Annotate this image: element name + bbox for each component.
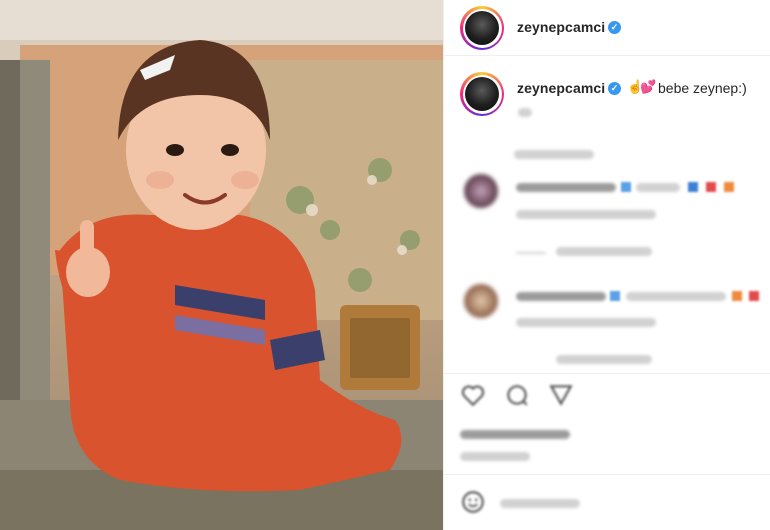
smiley-icon[interactable] [460, 489, 486, 515]
comment-text [626, 292, 726, 301]
comment-username[interactable] [516, 183, 616, 192]
commenter-avatar[interactable] [464, 174, 498, 208]
caption-avatar[interactable] [460, 72, 504, 116]
emoji-icon [706, 182, 716, 192]
view-replies-link[interactable] [556, 247, 652, 256]
emoji-icon [724, 182, 734, 192]
share-icon[interactable] [548, 382, 574, 408]
emoji-icon [688, 182, 698, 192]
header-username[interactable]: zeynepcamci [517, 19, 605, 35]
post-date [460, 452, 530, 461]
caption-extra-text [518, 108, 532, 117]
likes-count[interactable] [460, 430, 570, 439]
post-actions [444, 373, 770, 413]
replies-divider [516, 252, 546, 254]
verified-badge-icon: ✓ [608, 21, 621, 34]
comment-meta [516, 210, 656, 219]
comment-username[interactable] [516, 292, 606, 301]
commenter-avatar[interactable] [464, 284, 498, 318]
emoji-icon [610, 291, 620, 301]
post-header: zeynepcamci ✓ [444, 0, 770, 56]
caption-timestamp [514, 150, 594, 159]
post-sidebar: zeynepcamci ✓ zeynepcamci ✓ ☝ 💕 bebe zey… [443, 0, 770, 530]
view-replies-link[interactable] [556, 355, 652, 364]
profile-avatar[interactable] [460, 6, 504, 50]
heart-icon[interactable] [460, 382, 486, 408]
post-photo[interactable] [0, 0, 443, 530]
add-comment-bar [444, 474, 770, 530]
comment-meta [516, 318, 656, 327]
comment-icon[interactable] [504, 382, 530, 408]
emoji-icon [732, 291, 742, 301]
comment-text [636, 183, 680, 192]
caption-text: bebe zeynep:) [658, 80, 747, 96]
comment-input[interactable] [500, 499, 580, 508]
caption-username[interactable]: zeynepcamci [517, 80, 605, 96]
emoji-icon [749, 291, 759, 301]
two-hearts-emoji: 💕 [640, 79, 657, 94]
baby-photo-image [0, 0, 443, 530]
verified-badge-icon: ✓ [608, 82, 621, 95]
emoji-icon [621, 182, 631, 192]
